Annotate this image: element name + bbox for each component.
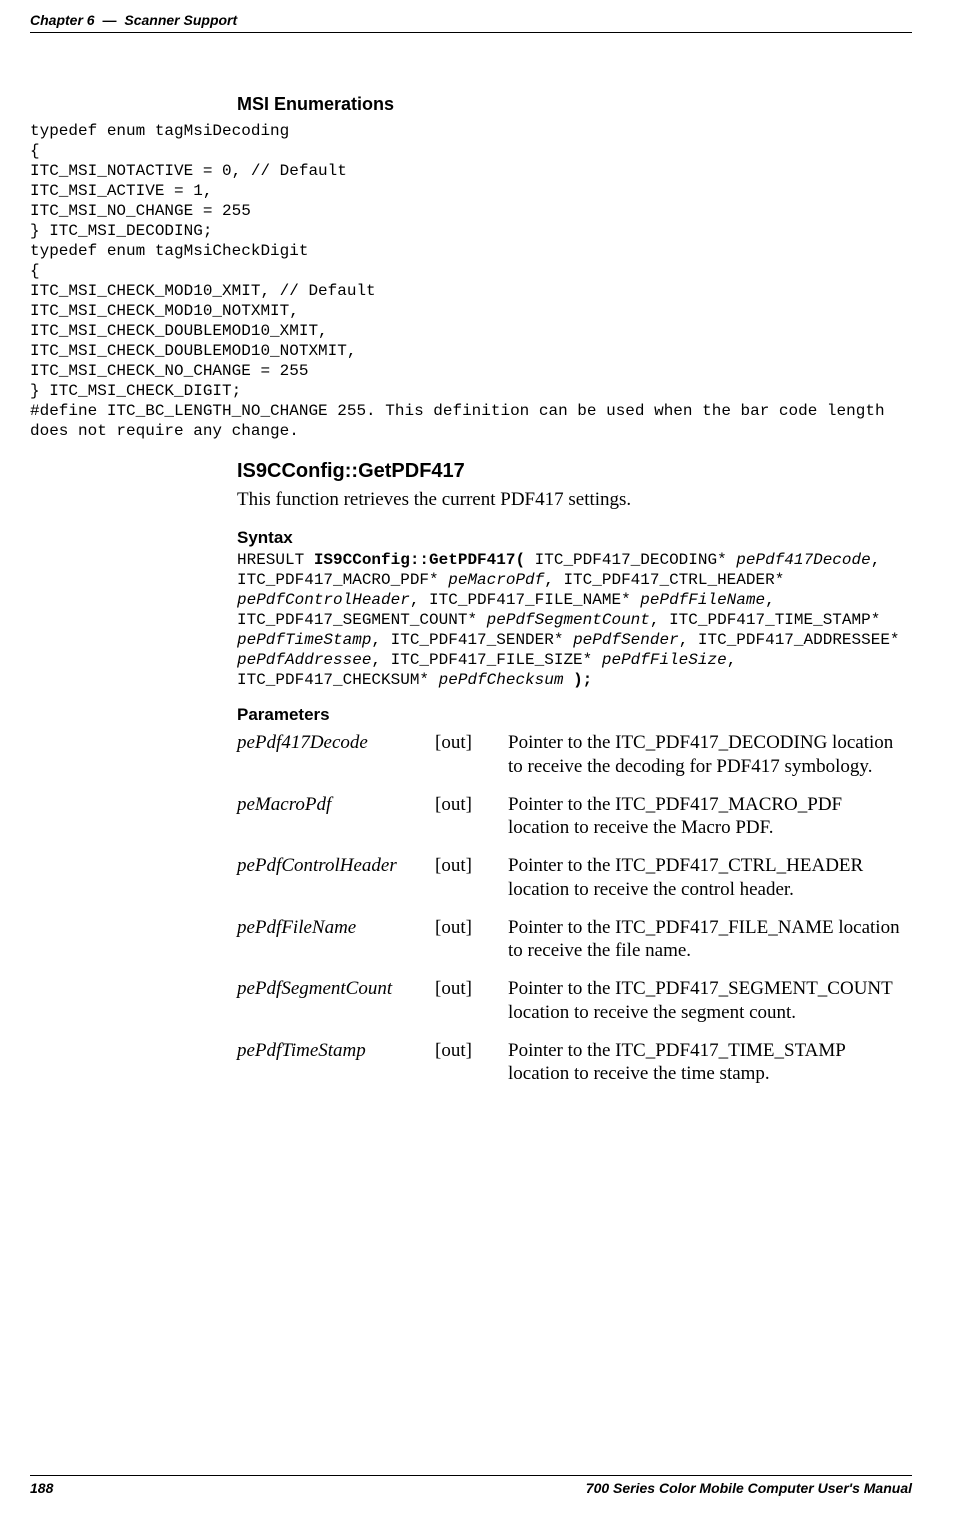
param-desc: Pointer to the ITC_PDF417_FILE_NAME loca… bbox=[508, 912, 912, 974]
syntax-text: HRESULT bbox=[237, 551, 314, 569]
syntax-text: , ITC_PDF417_FILE_NAME* bbox=[410, 591, 640, 609]
param-name: pePdfFileName bbox=[237, 912, 435, 974]
book-title: 700 Series Color Mobile Computer User's … bbox=[586, 1480, 912, 1498]
table-row: pePdfFileName [out] Pointer to the ITC_P… bbox=[237, 912, 912, 974]
param-name: peMacroPdf bbox=[237, 789, 435, 851]
syntax-arg: pePdfAddressee bbox=[237, 651, 371, 669]
table-row: pePdfControlHeader [out] Pointer to the … bbox=[237, 850, 912, 912]
param-dir: [out] bbox=[435, 1035, 508, 1097]
syntax-heading: Syntax bbox=[237, 527, 912, 548]
param-desc: Pointer to the ITC_PDF417_DECODING locat… bbox=[508, 727, 912, 789]
parameters-heading: Parameters bbox=[237, 704, 912, 725]
syntax-arg: peMacroPdf bbox=[448, 571, 544, 589]
header-sep: — bbox=[98, 12, 120, 28]
param-name: pePdfSegmentCount bbox=[237, 973, 435, 1035]
table-row: pePdfSegmentCount [out] Pointer to the I… bbox=[237, 973, 912, 1035]
page-number: 188 bbox=[30, 1480, 53, 1498]
syntax-arg: pePdfFileSize bbox=[602, 651, 727, 669]
param-desc: Pointer to the ITC_PDF417_TIME_STAMP loc… bbox=[508, 1035, 912, 1097]
syntax-text: , ITC_PDF417_CTRL_HEADER* bbox=[544, 571, 794, 589]
syntax-text: , ITC_PDF417_TIME_STAMP* bbox=[650, 611, 890, 629]
syntax-fn: IS9CConfig::GetPDF417( bbox=[314, 551, 525, 569]
msi-enumerations-heading: MSI Enumerations bbox=[237, 93, 912, 116]
param-dir: [out] bbox=[435, 789, 508, 851]
table-row: peMacroPdf [out] Pointer to the ITC_PDF4… bbox=[237, 789, 912, 851]
param-dir: [out] bbox=[435, 727, 508, 789]
syntax-arg: pePdf417Decode bbox=[736, 551, 870, 569]
param-dir: [out] bbox=[435, 850, 508, 912]
param-name: pePdfTimeStamp bbox=[237, 1035, 435, 1097]
syntax-end: ); bbox=[563, 671, 592, 689]
syntax-arg: pePdfControlHeader bbox=[237, 591, 410, 609]
getpdf417-description: This function retrieves the current PDF4… bbox=[237, 488, 912, 513]
syntax-text: ITC_PDF417_DECODING* bbox=[525, 551, 736, 569]
syntax-code: HRESULT IS9CConfig::GetPDF417( ITC_PDF41… bbox=[237, 550, 912, 690]
syntax-arg: pePdfTimeStamp bbox=[237, 631, 371, 649]
param-name: pePdfControlHeader bbox=[237, 850, 435, 912]
syntax-arg: pePdfFileName bbox=[640, 591, 765, 609]
param-name: pePdf417Decode bbox=[237, 727, 435, 789]
param-desc: Pointer to the ITC_PDF417_MACRO_PDF loca… bbox=[508, 789, 912, 851]
section-label: Scanner Support bbox=[124, 12, 237, 28]
msi-enumerations-code: typedef enum tagMsiDecoding { ITC_MSI_NO… bbox=[30, 121, 912, 441]
parameters-table: pePdf417Decode [out] Pointer to the ITC_… bbox=[237, 727, 912, 1096]
syntax-arg: pePdfSender bbox=[573, 631, 679, 649]
chapter-label: Chapter 6 bbox=[30, 12, 95, 28]
syntax-text: , ITC_PDF417_SENDER* bbox=[371, 631, 573, 649]
table-row: pePdf417Decode [out] Pointer to the ITC_… bbox=[237, 727, 912, 789]
param-dir: [out] bbox=[435, 973, 508, 1035]
running-header: Chapter 6 — Scanner Support bbox=[30, 0, 912, 33]
syntax-text: , ITC_PDF417_ADDRESSEE* bbox=[679, 631, 909, 649]
param-desc: Pointer to the ITC_PDF417_SEGMENT_COUNT … bbox=[508, 973, 912, 1035]
syntax-text: , ITC_PDF417_FILE_SIZE* bbox=[371, 651, 601, 669]
footer: 188 700 Series Color Mobile Computer Use… bbox=[30, 1475, 912, 1498]
getpdf417-heading: IS9CConfig::GetPDF417 bbox=[237, 459, 912, 484]
table-row: pePdfTimeStamp [out] Pointer to the ITC_… bbox=[237, 1035, 912, 1097]
syntax-arg: pePdfChecksum bbox=[439, 671, 564, 689]
param-dir: [out] bbox=[435, 912, 508, 974]
syntax-arg: pePdfSegmentCount bbox=[487, 611, 650, 629]
param-desc: Pointer to the ITC_PDF417_CTRL_HEADER lo… bbox=[508, 850, 912, 912]
